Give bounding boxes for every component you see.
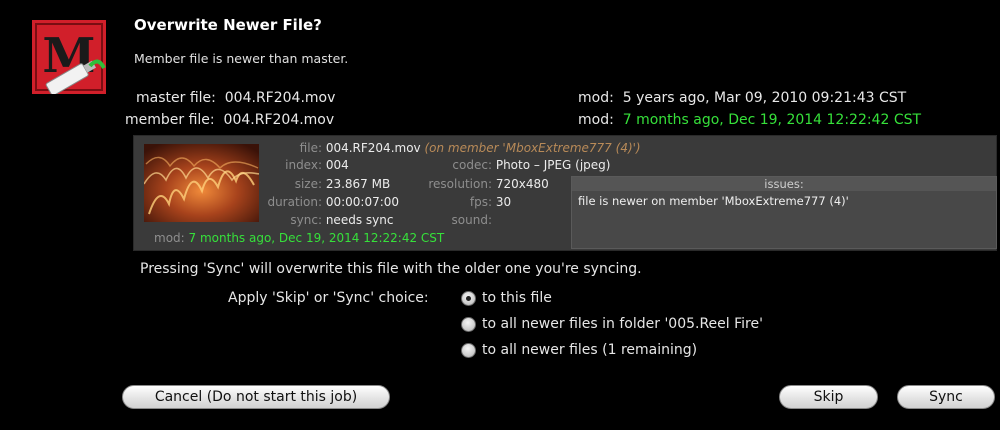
member-file-label: member file:: [125, 112, 215, 128]
radio-option-this-file[interactable]: to this file: [461, 288, 552, 308]
file-note: (on member 'MboxExtreme777 (4)'): [424, 141, 641, 155]
file-field: file: 004.RF204.mov (on member 'MboxExtr…: [264, 141, 641, 155]
master-mod-value: 5 years ago, Mar 09, 2010 09:21:43 CST: [622, 90, 907, 106]
resolution-label: resolution:: [428, 177, 492, 191]
issues-header: issues:: [572, 177, 996, 191]
size-value: 23.867 MB: [325, 177, 391, 191]
radio-option-all-newer[interactable]: to all newer files (1 remaining): [461, 340, 697, 360]
radio-unselected-icon[interactable]: [461, 342, 476, 358]
overwrite-dialog: M Overwrite Newer File? Member file is n…: [10, 0, 1000, 430]
master-mod-label: mod:: [578, 90, 614, 106]
fps-label: fps:: [469, 195, 492, 209]
master-file-name: 004.RF204.mov: [224, 90, 336, 106]
resolution-field: resolution: 720x480: [404, 177, 549, 191]
index-field: index: 004: [264, 158, 349, 172]
dialog-title: Overwrite Newer File?: [134, 16, 322, 34]
issues-text: file is newer on member 'MboxExtreme777 …: [578, 194, 849, 208]
codec-value: Photo – JPEG (jpeg): [495, 158, 611, 172]
radio-option-label: to all newer files in folder '005.Reel F…: [482, 316, 763, 332]
radio-option-label: to all newer files (1 remaining): [482, 342, 698, 358]
size-label: size:: [294, 177, 322, 191]
duration-value: 00:00:07:00: [325, 195, 400, 209]
sound-field: sound:: [404, 213, 492, 227]
duration-field: duration: 00:00:07:00: [244, 195, 399, 209]
radio-option-label: to this file: [482, 290, 552, 306]
cancel-button[interactable]: Cancel (Do not start this job): [122, 385, 390, 409]
panel-mod-label: mod:: [154, 231, 185, 245]
sound-label: sound:: [451, 213, 492, 227]
codec-label: codec:: [452, 158, 492, 172]
dialog-subtitle: Member file is newer than master.: [134, 51, 349, 66]
fps-value: 30: [495, 195, 512, 209]
panel-mod-field: mod: 7 months ago, Dec 19, 2014 12:22:42…: [154, 231, 444, 245]
panel-mod-value: 7 months ago, Dec 19, 2014 12:22:42 CST: [188, 231, 445, 245]
member-mod-value: 7 months ago, Dec 19, 2014 12:22:42 CST: [622, 112, 922, 128]
sync-button[interactable]: Sync: [897, 385, 995, 409]
master-mod-row: mod: 5 years ago, Mar 09, 2010 09:21:43 …: [578, 90, 906, 106]
master-file-label: master file:: [136, 90, 216, 106]
radio-selected-icon[interactable]: [461, 290, 476, 306]
file-info-panel: file: 004.RF204.mov (on member 'MboxExtr…: [133, 135, 997, 251]
sync-label: sync:: [290, 213, 322, 227]
file-label: file:: [299, 141, 322, 155]
member-file-row: member file: 004.RF204.mov: [125, 112, 334, 128]
size-field: size: 23.867 MB: [264, 177, 391, 191]
sync-value: needs sync: [325, 213, 394, 227]
sync-field: sync: needs sync: [264, 213, 393, 227]
radio-unselected-icon[interactable]: [461, 316, 476, 332]
mbox-app-icon: M: [32, 20, 106, 94]
radio-option-folder[interactable]: to all newer files in folder '005.Reel F…: [461, 314, 763, 334]
member-mod-label: mod:: [578, 112, 614, 128]
apply-choice-label: Apply 'Skip' or 'Sync' choice:: [228, 290, 429, 306]
fps-field: fps: 30: [404, 195, 511, 209]
file-value: 004.RF204.mov: [325, 141, 421, 155]
duration-label: duration:: [267, 195, 322, 209]
master-file-row: master file: 004.RF204.mov: [136, 90, 335, 106]
skip-button[interactable]: Skip: [779, 385, 878, 409]
index-label: index:: [285, 158, 322, 172]
fire-thumbnail: [144, 144, 259, 222]
sync-warning-message: Pressing 'Sync' will overwrite this file…: [140, 261, 642, 277]
member-mod-row: mod: 7 months ago, Dec 19, 2014 12:22:42…: [578, 112, 921, 128]
codec-field: codec: Photo – JPEG (jpeg): [404, 158, 610, 172]
member-file-name: 004.RF204.mov: [223, 112, 335, 128]
index-value: 004: [325, 158, 349, 172]
resolution-value: 720x480: [495, 177, 549, 191]
issues-box: issues: file is newer on member 'MboxExt…: [571, 176, 997, 249]
